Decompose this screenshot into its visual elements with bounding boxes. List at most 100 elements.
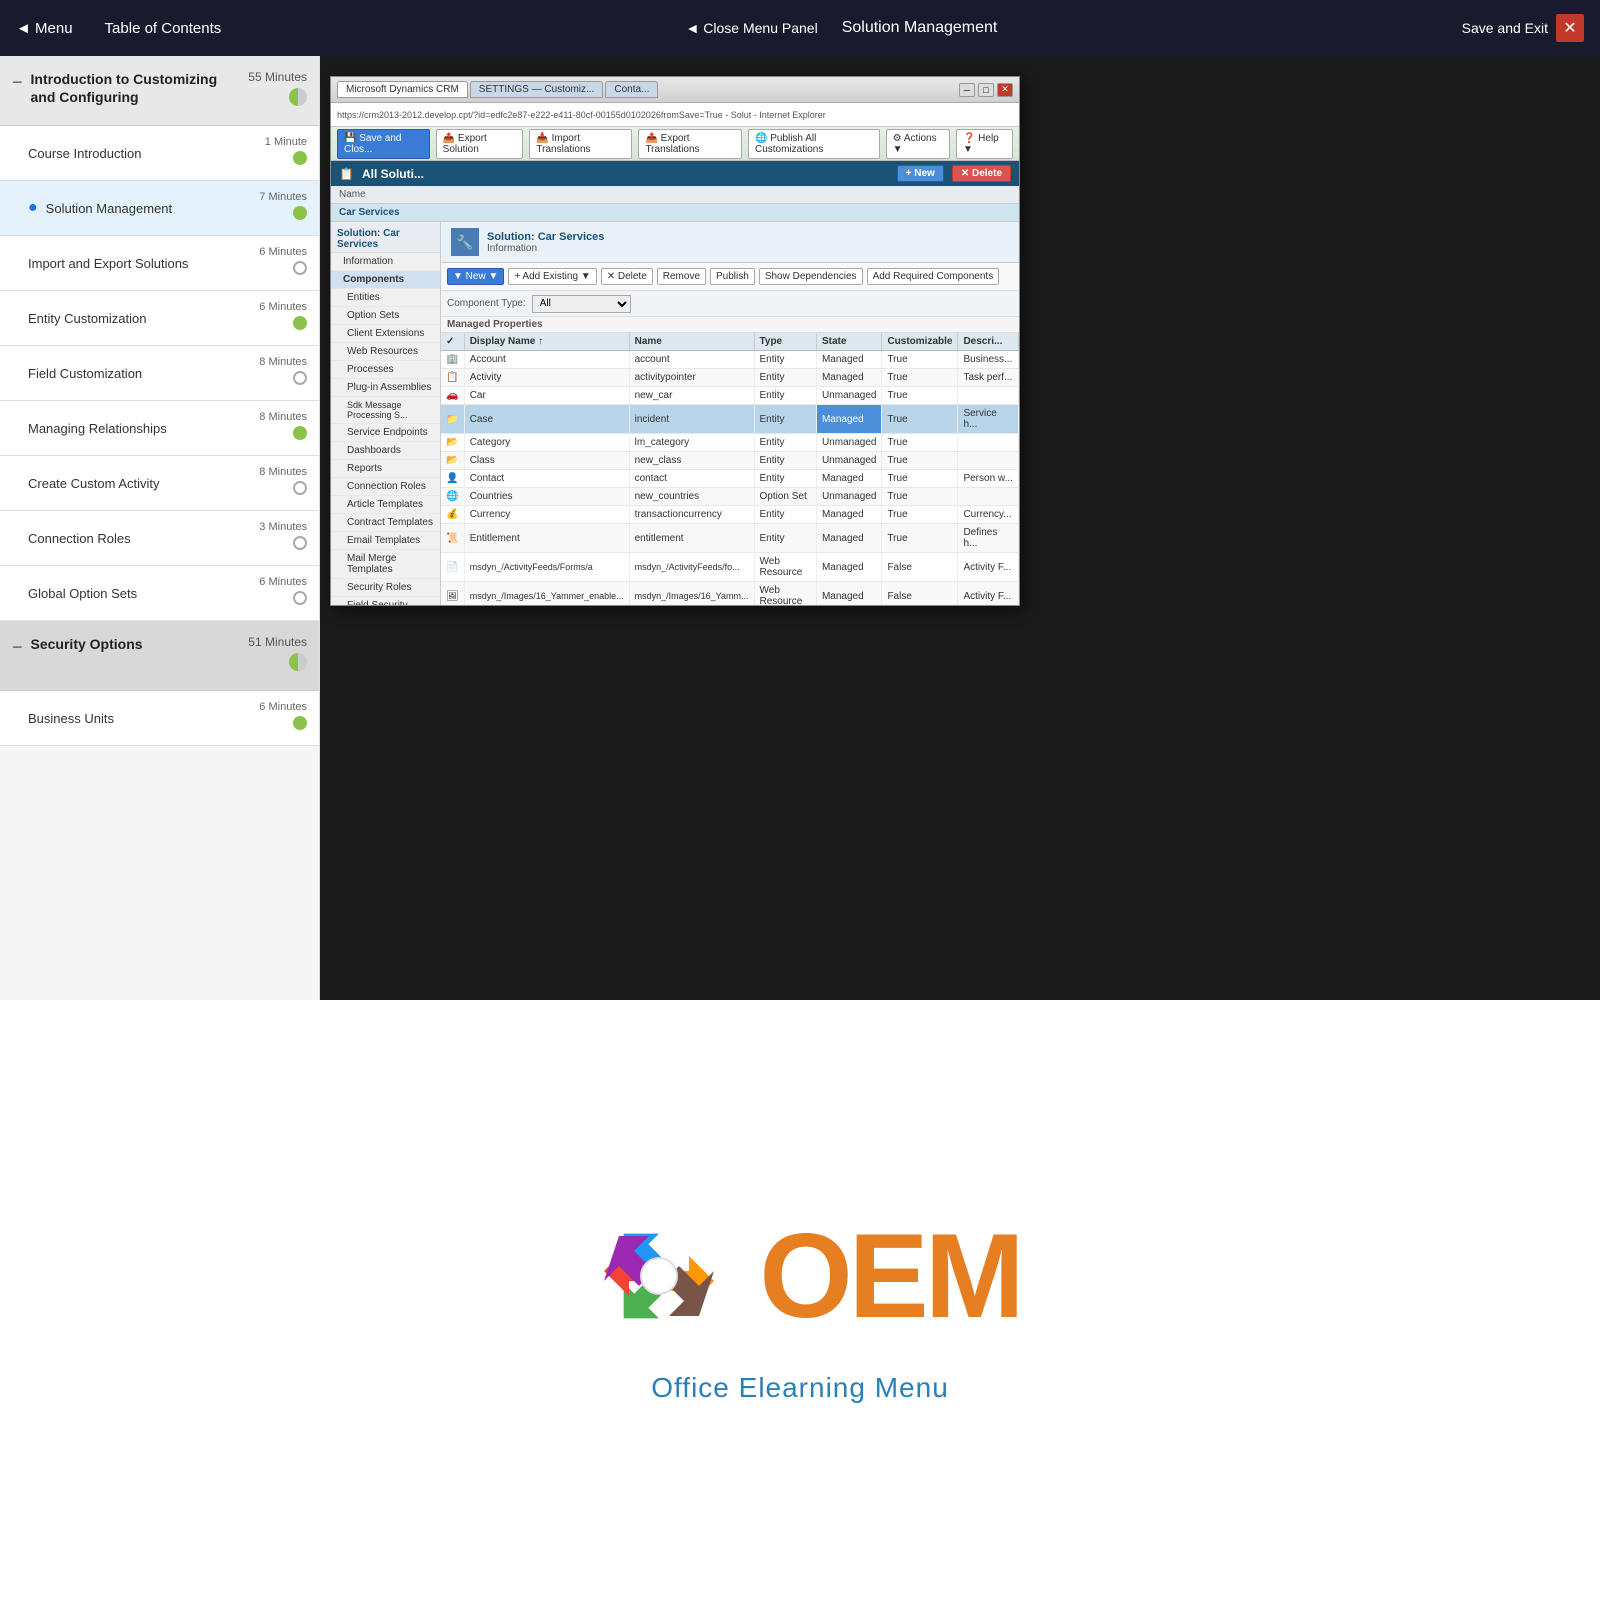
table-row[interactable]: 💰CurrencytransactioncurrencyEntityManage… xyxy=(441,506,1019,524)
table-row[interactable]: 🚗Carnew_carEntityUnmanagedTrue xyxy=(441,387,1019,405)
table-row[interactable]: 📂Classnew_classEntityUnmanagedTrue xyxy=(441,452,1019,470)
sidebar-item-managing-rel[interactable]: Managing Relationships 8 Minutes xyxy=(0,401,319,456)
nav-center: ◄ Close Menu Panel Solution Management xyxy=(221,19,1461,37)
table-row[interactable]: 📜EntitlemententitlementEntityManagedTrue… xyxy=(441,524,1019,553)
new-solution-btn[interactable]: + New xyxy=(897,165,944,182)
save-exit-button[interactable]: Save and Exit xyxy=(1462,20,1548,36)
col-customizable[interactable]: Customizable xyxy=(882,333,958,351)
crm-show-deps-btn[interactable]: Show Dependencies xyxy=(759,268,863,285)
col-name[interactable]: Name xyxy=(629,333,754,351)
crm-win-controls: ─ □ ✕ xyxy=(959,83,1013,97)
ribbon-export-solution[interactable]: 📤 Export Solution xyxy=(436,129,524,159)
ribbon-actions[interactable]: ⚙ Actions ▼ xyxy=(886,129,950,159)
crm-addressbar: https://crm2013-2012.develop.cpt/?id=edf… xyxy=(331,103,1019,127)
crm-maximize-btn[interactable]: □ xyxy=(978,83,994,97)
ribbon-publish-all[interactable]: 🌐 Publish All Customizations xyxy=(748,129,880,159)
table-header-row: ✓ Display Name ↑ Name Type State Customi… xyxy=(441,333,1019,351)
crm-sidebar-optionsets[interactable]: Option Sets xyxy=(331,307,440,325)
progress-dot-create-custom xyxy=(293,481,307,495)
table-row[interactable]: 🏢AccountaccountEntityManagedTrueBusiness… xyxy=(441,351,1019,369)
crm-sidebar-contract-tmpl[interactable]: Contract Templates xyxy=(331,514,440,532)
all-solutions-icon: 📋 xyxy=(339,167,354,181)
crm-sidebar-email-tmpl[interactable]: Email Templates xyxy=(331,532,440,550)
crm-minimize-btn[interactable]: ─ xyxy=(959,83,975,97)
sidebar-item-business-units[interactable]: Business Units 6 Minutes xyxy=(0,691,319,746)
section-title-security: Security Options xyxy=(31,635,241,653)
bottom-section: OEM Office Elearning Menu xyxy=(0,1000,1600,1600)
crm-sidebar-field-sec[interactable]: Field Security Profiles xyxy=(331,597,440,606)
progress-dot-field-custom xyxy=(293,371,307,385)
table-row[interactable]: 🖼msdyn_/Images/16_Yammer_enable...msdyn_… xyxy=(441,582,1019,607)
crm-titlebar: Microsoft Dynamics CRM SETTINGS — Custom… xyxy=(331,77,1019,103)
crm-sidebar-security-roles[interactable]: Security Roles xyxy=(331,579,440,597)
crm-sidebar-conn-roles[interactable]: Connection Roles xyxy=(331,478,440,496)
sidebar-item-field-custom[interactable]: Field Customization 8 Minutes xyxy=(0,346,319,401)
section-header-security[interactable]: − Security Options 51 Minutes xyxy=(0,621,319,691)
crm-sidebar-plugins[interactable]: Plug-in Assemblies xyxy=(331,379,440,397)
sidebar-item-course-intro[interactable]: Course Introduction 1 Minute xyxy=(0,126,319,181)
crm-new-btn[interactable]: ▼ New ▼ xyxy=(447,268,504,285)
sidebar-item-solution-mgmt[interactable]: ● Solution Management 7 Minutes xyxy=(0,181,319,236)
ribbon-export-translations[interactable]: 📤 Export Translations xyxy=(638,129,742,159)
section-header-intro[interactable]: − Introduction to Customizing and Config… xyxy=(0,56,319,126)
crm-close-btn[interactable]: ✕ xyxy=(997,83,1013,97)
minus-icon-security: − xyxy=(12,637,23,658)
crm-sidebar-entities[interactable]: Entities xyxy=(331,289,440,307)
table-row[interactable]: 🌐Countriesnew_countriesOption SetUnmanag… xyxy=(441,488,1019,506)
crm-tab-dynamics[interactable]: Microsoft Dynamics CRM xyxy=(337,81,468,98)
sidebar-item-import-export[interactable]: Import and Export Solutions 6 Minutes xyxy=(0,236,319,291)
close-button[interactable]: ✕ xyxy=(1556,14,1584,42)
component-type-select[interactable]: All Entities Web Resources xyxy=(532,295,631,313)
ribbon-save-close[interactable]: 💾 Save and Clos... xyxy=(337,129,430,159)
crm-sidebar-reports[interactable]: Reports xyxy=(331,460,440,478)
crm-publish-btn[interactable]: Publish xyxy=(710,268,755,285)
crm-delete-btn[interactable]: ✕ Delete xyxy=(601,268,653,285)
crm-window: Microsoft Dynamics CRM SETTINGS — Custom… xyxy=(330,76,1020,606)
crm-sidebar-web-resources[interactable]: Web Resources xyxy=(331,343,440,361)
col-type[interactable]: Type xyxy=(754,333,816,351)
crm-sidebar-article-tmpl[interactable]: Article Templates xyxy=(331,496,440,514)
oem-tagline: Office Elearning Menu xyxy=(651,1372,949,1404)
crm-list-item-car[interactable]: Car Services xyxy=(331,204,1019,222)
table-row[interactable]: 📂Categorylm_categoryEntityUnmanagedTrue xyxy=(441,434,1019,452)
crm-sidebar-information[interactable]: Information xyxy=(331,253,440,271)
table-row[interactable]: 📄msdyn_/ActivityFeeds/Forms/amsdyn_/Acti… xyxy=(441,553,1019,582)
col-state[interactable]: State xyxy=(816,333,881,351)
crm-sidebar-mail-merge[interactable]: Mail Merge Templates xyxy=(331,550,440,579)
crm-add-required-btn[interactable]: Add Required Components xyxy=(867,268,1000,285)
active-dot-icon: ● xyxy=(28,199,38,217)
menu-button[interactable]: ◄ Menu xyxy=(16,20,73,37)
crm-remove-btn[interactable]: Remove xyxy=(657,268,706,285)
crm-sidebar-dashboards[interactable]: Dashboards xyxy=(331,442,440,460)
crm-sidebar-service-ep[interactable]: Service Endpoints xyxy=(331,424,440,442)
table-row[interactable]: 📋ActivityactivitypointerEntityManagedTru… xyxy=(441,369,1019,387)
section-meta-intro: 55 Minutes xyxy=(248,70,307,111)
col-check: ✓ xyxy=(441,333,464,351)
section-title-intro: Introduction to Customizing and Configur… xyxy=(31,70,241,106)
crm-managed-props-label: Managed Properties xyxy=(441,317,1019,333)
col-desc[interactable]: Descri... xyxy=(958,333,1019,351)
crm-sidebar-processes[interactable]: Processes xyxy=(331,361,440,379)
progress-circle-security xyxy=(289,653,307,671)
main-layout: − Introduction to Customizing and Config… xyxy=(0,56,1600,1000)
crm-tab-conta[interactable]: Conta... xyxy=(605,81,658,98)
crm-sidebar-sdk[interactable]: Sdk Message Processing S... xyxy=(331,397,440,424)
crm-add-existing-btn[interactable]: + Add Existing ▼ xyxy=(508,268,596,285)
sidebar-item-connection-roles[interactable]: Connection Roles 3 Minutes xyxy=(0,511,319,566)
delete-solution-btn[interactable]: ✕ Delete xyxy=(952,165,1011,182)
ribbon-help[interactable]: ❓ Help ▼ xyxy=(956,129,1013,159)
crm-sidebar-client-ext[interactable]: Client Extensions xyxy=(331,325,440,343)
solution-management-title: Solution Management xyxy=(842,19,998,37)
content-area: Microsoft Dynamics CRM SETTINGS — Custom… xyxy=(320,56,1600,1000)
col-display[interactable]: Display Name ↑ xyxy=(464,333,629,351)
progress-dot-import-export xyxy=(293,261,307,275)
table-row[interactable]: 👤ContactcontactEntityManagedTruePerson w… xyxy=(441,470,1019,488)
sidebar-item-entity-custom[interactable]: Entity Customization 6 Minutes xyxy=(0,291,319,346)
crm-sidebar-components[interactable]: Components xyxy=(331,271,440,289)
ribbon-import-translations[interactable]: 📥 Import Translations xyxy=(529,129,632,159)
sidebar-item-global-option[interactable]: Global Option Sets 6 Minutes xyxy=(0,566,319,621)
close-panel-button[interactable]: ◄ Close Menu Panel xyxy=(686,20,818,36)
sidebar-item-create-custom[interactable]: Create Custom Activity 8 Minutes xyxy=(0,456,319,511)
crm-tab-settings[interactable]: SETTINGS — Customiz... xyxy=(470,81,604,98)
table-row-selected[interactable]: 📁CaseincidentEntityManagedTrueService h.… xyxy=(441,405,1019,434)
